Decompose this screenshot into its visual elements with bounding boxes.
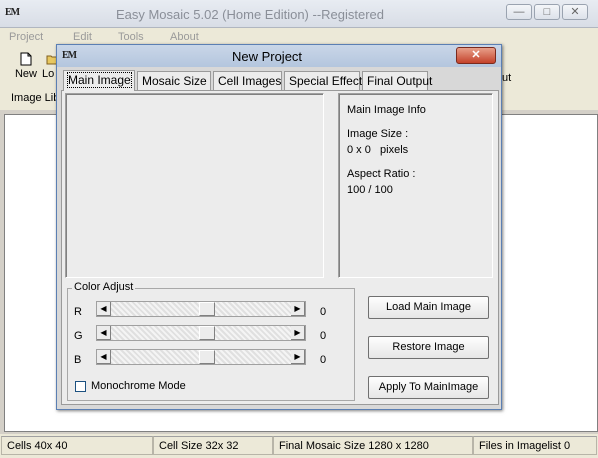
tab-cell-images[interactable]: Cell Images <box>213 71 282 90</box>
tab-special-effect[interactable]: Special Effect <box>284 71 362 90</box>
green-label: G <box>74 330 83 342</box>
info-heading: Main Image Info <box>347 104 426 116</box>
close-window-button[interactable]: ✕ <box>562 4 588 20</box>
load-button[interactable]: Lo <box>42 52 56 80</box>
restore-image-button[interactable]: Restore Image <box>368 336 489 359</box>
load-label: Lo <box>42 68 55 80</box>
main-title-bar: EM Easy Mosaic 5.02 (Home Edition) --Reg… <box>0 0 598 28</box>
blue-label: B <box>74 354 82 366</box>
new-file-icon <box>20 52 32 66</box>
slider-thumb[interactable] <box>199 302 215 316</box>
main-image-preview <box>65 93 324 278</box>
monochrome-checkbox[interactable] <box>75 381 86 392</box>
monochrome-label: Monochrome Mode <box>91 380 186 392</box>
red-value: 0 <box>320 306 327 318</box>
blue-value: 0 <box>320 354 327 366</box>
right-arrow-icon[interactable]: ▶ <box>291 302 305 316</box>
red-label: R <box>74 306 82 318</box>
status-bar: Cells 40x 40 Cell Size 32x 32 Final Mosa… <box>0 434 598 458</box>
tab-strip: Main Image Mosaic Size Cell Images Speci… <box>61 70 499 91</box>
new-label: New <box>14 68 37 80</box>
dialog-title-bar: EM New Project ✕ <box>57 45 501 67</box>
aspect-ratio-label: Aspect Ratio : <box>347 168 416 180</box>
image-size-value: 0 x 0 pixels <box>347 144 409 156</box>
tab-final-output[interactable]: Final Output <box>362 71 432 90</box>
dialog-close-button[interactable]: ✕ <box>456 47 496 64</box>
slider-thumb[interactable] <box>199 326 215 340</box>
dialog-title: New Project <box>231 49 303 64</box>
window-title: Easy Mosaic 5.02 (Home Edition) --Regist… <box>115 7 385 22</box>
minimize-button[interactable]: — <box>506 4 532 20</box>
new-button[interactable]: New <box>13 52 39 80</box>
menu-edit[interactable]: Edit <box>73 31 92 43</box>
red-slider[interactable]: ◀ ▶ <box>96 301 306 317</box>
left-arrow-icon[interactable]: ◀ <box>97 302 111 316</box>
image-library-label: Image Lib <box>11 92 60 104</box>
green-slider[interactable]: ◀ ▶ <box>96 325 306 341</box>
folder-icon <box>46 55 56 65</box>
image-size-label: Image Size : <box>347 128 409 140</box>
tab-main-image-label: Main Image <box>67 72 132 88</box>
right-arrow-icon[interactable]: ▶ <box>291 326 305 340</box>
new-project-dialog: EM New Project ✕ Main Image Mosaic Size … <box>56 44 502 410</box>
slider-thumb[interactable] <box>199 350 215 364</box>
status-files: Files in Imagelist 0 <box>473 436 597 455</box>
toolbar-right-label: ut <box>502 72 512 84</box>
menu-tools[interactable]: Tools <box>118 31 144 43</box>
tab-mosaic-size[interactable]: Mosaic Size <box>137 71 211 90</box>
menu-project[interactable]: Project <box>9 31 43 43</box>
status-final-size: Final Mosaic Size 1280 x 1280 <box>273 436 473 455</box>
main-image-info-box: Main Image Info Image Size : 0 x 0 pixel… <box>338 93 493 278</box>
blue-slider[interactable]: ◀ ▶ <box>96 349 306 365</box>
aspect-ratio-value: 100 / 100 <box>347 184 393 196</box>
green-value: 0 <box>320 330 327 342</box>
status-cells: Cells 40x 40 <box>1 436 153 455</box>
right-arrow-icon[interactable]: ▶ <box>291 350 305 364</box>
menu-about[interactable]: About <box>170 31 199 43</box>
load-main-image-button[interactable]: Load Main Image <box>368 296 489 319</box>
status-cell-size: Cell Size 32x 32 <box>153 436 273 455</box>
restore-button[interactable]: □ <box>534 4 560 20</box>
color-adjust-title: Color Adjust <box>72 281 136 293</box>
apply-to-main-image-button[interactable]: Apply To MainImage <box>368 376 489 399</box>
tab-main-image[interactable]: Main Image <box>63 70 135 91</box>
left-arrow-icon[interactable]: ◀ <box>97 326 111 340</box>
left-arrow-icon[interactable]: ◀ <box>97 350 111 364</box>
main-image-panel: Main Image Info Image Size : 0 x 0 pixel… <box>61 90 499 405</box>
